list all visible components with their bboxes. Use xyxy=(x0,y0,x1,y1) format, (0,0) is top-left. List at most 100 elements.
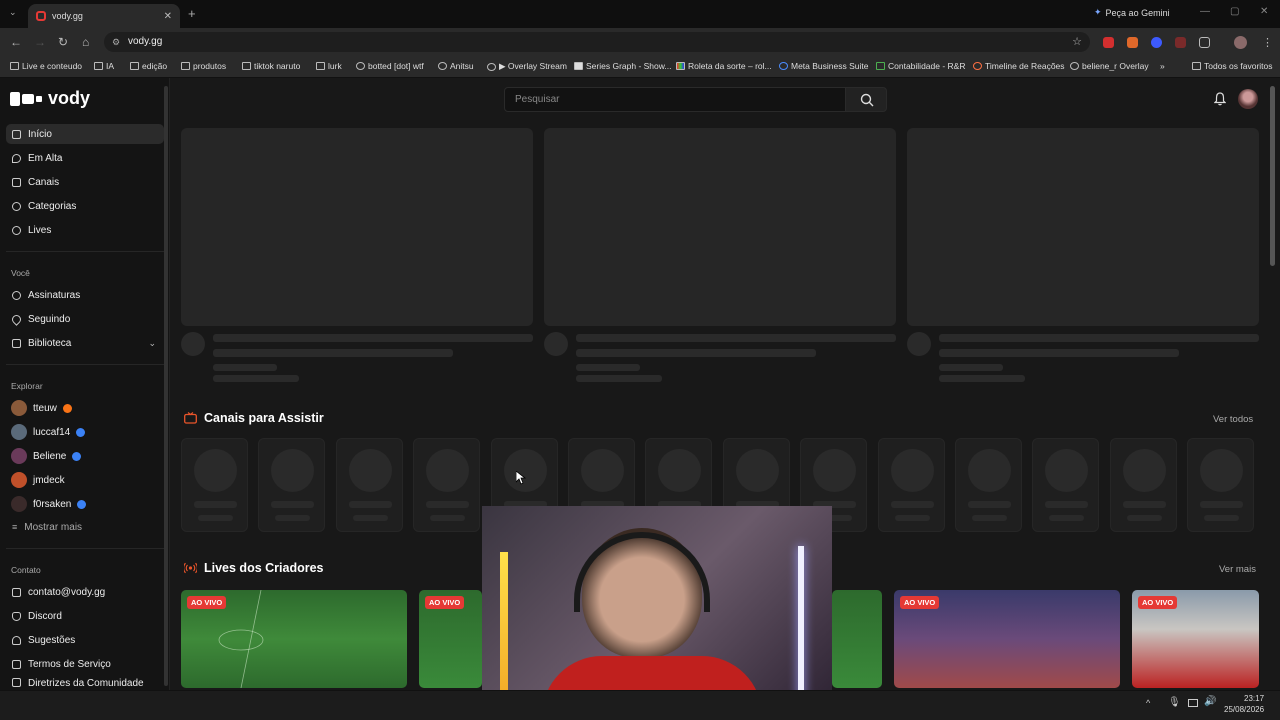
nav-item-canais[interactable]: Canais xyxy=(6,172,164,192)
nav-item-seguindo[interactable]: Seguindo xyxy=(6,309,164,329)
volume-icon[interactable]: 🔊 xyxy=(1204,696,1216,707)
taskbar-clock[interactable]: 23:17 25/08/2026 xyxy=(1224,693,1264,715)
nav-item-biblioteca[interactable]: Biblioteca ⌄ xyxy=(6,333,164,353)
channel-avatar-placeholder xyxy=(348,449,392,492)
vody-logo-mark-icon xyxy=(10,91,42,106)
channel-item-luccaf14[interactable]: luccaf14 xyxy=(11,424,86,440)
bookmark-item[interactable]: tiktok naruto xyxy=(242,61,300,71)
extension-youtube-icon[interactable] xyxy=(1103,37,1114,48)
live-thumbnail-streamer[interactable]: AO VIVO xyxy=(1132,590,1259,688)
channel-avatar-placeholder xyxy=(1045,449,1089,492)
verified-badge-icon xyxy=(77,499,87,509)
verified-badge-icon xyxy=(76,427,86,437)
network-icon[interactable] xyxy=(1188,699,1198,707)
bookmark-item[interactable]: Meta Business Suite xyxy=(779,61,868,71)
featured-placeholder xyxy=(907,128,1259,326)
webcam-overlay xyxy=(482,506,832,720)
terms-link[interactable]: Termos de Serviço xyxy=(6,654,164,674)
show-more-button[interactable]: ≡ Mostrar mais xyxy=(6,517,164,537)
avatar xyxy=(11,448,27,464)
nav-item-inicio[interactable]: Início xyxy=(6,124,164,144)
bookmark-item[interactable]: ▶ Overlay Stream xyxy=(487,61,567,72)
bookmark-item[interactable]: IA xyxy=(94,61,114,71)
bookmark-item[interactable]: Roleta da sorte – rol... xyxy=(676,61,772,71)
avatar xyxy=(11,496,27,512)
section-heading-explorar: Explorar xyxy=(11,381,43,391)
microphone-icon[interactable]: 🎙 xyxy=(1168,697,1181,708)
site-info-icon[interactable]: ⚙ xyxy=(112,32,120,52)
bookmark-item[interactable]: botted [dot] wtf xyxy=(356,61,424,71)
extension-blue-icon[interactable] xyxy=(1151,37,1162,48)
extensions-puzzle-icon[interactable] xyxy=(1199,37,1210,48)
url-bar[interactable]: ⚙ vody.gg ☆ xyxy=(104,32,1090,52)
all-favorites-folder[interactable]: Todos os favoritos xyxy=(1192,61,1273,71)
minimize-icon[interactable]: — xyxy=(1200,6,1210,17)
channel-card-placeholder xyxy=(1109,438,1177,532)
discord-link[interactable]: Discord xyxy=(6,606,164,626)
channel-name-placeholder xyxy=(1200,501,1244,508)
search-input[interactable]: Pesquisar xyxy=(504,87,846,112)
browser-menu-icon[interactable]: ⋮ xyxy=(1262,36,1273,49)
suggestions-link[interactable]: Sugestões xyxy=(6,630,164,650)
bookmark-item[interactable]: Series Graph - Show... xyxy=(574,61,672,71)
reload-icon[interactable]: ↻ xyxy=(58,35,68,49)
compass-icon xyxy=(12,201,21,211)
meta-icon xyxy=(779,62,788,70)
featured-placeholder xyxy=(544,128,896,326)
channel-avatar-placeholder xyxy=(735,449,779,492)
users-icon xyxy=(12,290,21,300)
profile-avatar-icon[interactable] xyxy=(1234,36,1247,49)
nav-item-categorias[interactable]: Categorias xyxy=(6,196,164,216)
live-thumbnail-football-3[interactable] xyxy=(832,590,882,688)
extension-red-icon[interactable] xyxy=(1175,37,1186,48)
page-scrollbar[interactable] xyxy=(1270,86,1275,266)
live-thumbnail-football-2[interactable]: AO VIVO xyxy=(419,590,482,688)
bookmark-item[interactable]: lurk xyxy=(316,61,342,71)
guidelines-link[interactable]: Diretrizes da Comunidade xyxy=(6,678,164,690)
bookmark-item[interactable]: Anitsu xyxy=(438,61,474,71)
maximize-icon[interactable]: ▢ xyxy=(1230,6,1239,17)
bookmark-item[interactable]: Live e conteudo xyxy=(10,61,82,71)
broadcast-icon xyxy=(184,562,197,574)
live-thumbnail-game[interactable]: AO VIVO xyxy=(894,590,1120,688)
bookmark-item[interactable]: Timeline de Reações xyxy=(973,61,1065,71)
folder-icon xyxy=(181,62,190,70)
extension-fox-icon[interactable] xyxy=(1127,37,1138,48)
channel-item-tteuw[interactable]: tteuw xyxy=(11,400,72,416)
live-thumbnail-football[interactable]: AO VIVO xyxy=(181,590,407,688)
channel-meta-placeholder xyxy=(1126,515,1162,521)
nav-item-assinaturas[interactable]: Assinaturas xyxy=(6,285,164,305)
browser-tab[interactable]: vody.gg ✕ xyxy=(28,4,180,28)
see-more-lives-link[interactable]: Ver mais xyxy=(1219,564,1256,575)
sidebar-scrollbar[interactable] xyxy=(164,86,168,686)
bookmark-item[interactable]: beliene_r Overlay xyxy=(1070,61,1149,71)
search-button[interactable] xyxy=(845,87,887,112)
channel-avatar-placeholder xyxy=(813,449,857,492)
tab-list-chevron-icon[interactable]: ⌄ xyxy=(9,7,17,18)
nav-item-lives[interactable]: Lives xyxy=(6,220,164,240)
gemini-button[interactable]: ✦ Peça ao Gemini xyxy=(1094,7,1170,18)
bookmark-star-icon[interactable]: ☆ xyxy=(1072,32,1082,52)
contact-email-link[interactable]: contato@vody.gg xyxy=(6,582,164,602)
notifications-bell-icon[interactable] xyxy=(1214,92,1226,106)
see-all-channels-link[interactable]: Ver todos xyxy=(1213,414,1253,425)
vody-logo[interactable]: vody xyxy=(10,88,90,109)
chevron-down-icon[interactable]: ⌄ xyxy=(148,338,156,349)
bookmarks-more-button[interactable]: » xyxy=(1160,61,1165,71)
user-avatar[interactable] xyxy=(1238,89,1258,109)
channel-item-f0rsaken[interactable]: f0rsaken xyxy=(11,496,87,512)
bookmark-item[interactable]: edição xyxy=(130,61,167,71)
home-button-icon[interactable]: ⌂ xyxy=(82,35,89,49)
section-title-lives: Lives dos Criadores xyxy=(184,561,324,575)
tray-expand-icon[interactable]: ^ xyxy=(1146,698,1150,708)
bookmark-item[interactable]: produtos xyxy=(181,61,226,71)
nav-item-em-alta[interactable]: Em Alta xyxy=(6,148,164,168)
close-tab-icon[interactable]: ✕ xyxy=(164,11,172,22)
channel-item-beliene[interactable]: Beliene xyxy=(11,448,82,464)
close-window-icon[interactable]: ✕ xyxy=(1260,6,1268,17)
new-tab-button[interactable]: + xyxy=(188,6,196,21)
forward-arrow-icon[interactable]: → xyxy=(34,35,46,49)
bookmark-item[interactable]: Contabilidade - R&R xyxy=(876,61,965,71)
channel-item-jmdeck[interactable]: jmdeck xyxy=(11,472,65,488)
back-arrow-icon[interactable]: ← xyxy=(10,35,22,49)
